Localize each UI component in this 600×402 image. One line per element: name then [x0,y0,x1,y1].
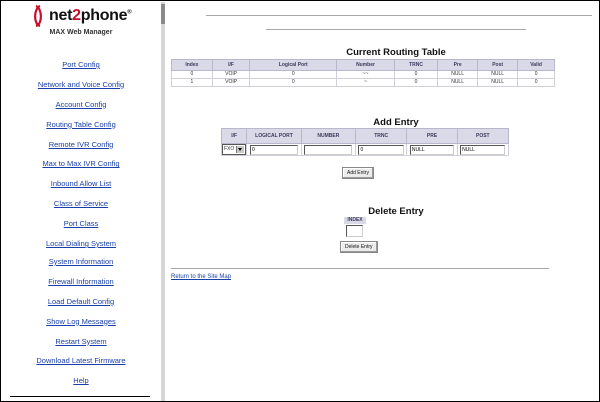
scrollbar-thumb[interactable] [161,4,165,24]
table-cell: 0 [393,70,439,79]
chevron-down-icon[interactable] [236,146,245,153]
table-cell: 0 [517,78,555,87]
sidebar-item-remote-ivr-config[interactable]: Remote IVR Config [2,135,160,155]
table-cell: 0 [171,70,213,79]
routing-table: Index I/F Logical Port Number TRNC Pre Post Val… [171,59,555,87]
sidebar-item-show-log-messages[interactable]: Show Log Messages [2,312,160,332]
sidebar-item-account-config[interactable]: Account Config [2,95,160,115]
add-header-pre: PRE [406,128,458,144]
sidebar-item-port-class[interactable]: Port Class [2,214,160,234]
sidebar: net2phone® MAX Web Manager Port Config Ne… [2,2,160,401]
top-rule-2 [266,29,526,30]
table-cell: 0 [249,70,338,79]
nav-primary: Port Config Network and Voice Config Accou… [2,55,160,254]
table-cell: NULL [477,70,519,79]
column-header-pre: Pre [437,59,479,71]
add-header-i-f: I/F [220,128,248,144]
table-cell: NULL [477,78,519,87]
add-entry-title: Add Entry [373,117,419,128]
table-cell: VOIP [211,78,251,87]
sidebar-item-local-dialing-system[interactable]: Local Dialing System [2,234,160,254]
table-cell: 0 [393,78,439,87]
pre-input[interactable] [409,144,455,155]
add-header-post: POST [456,128,510,144]
sidebar-item-firewall-information[interactable]: Firewall Information [2,272,160,292]
top-rule [206,15,592,16]
bottom-rule [171,268,549,269]
sidebar-item-class-of-service[interactable]: Class of Service [2,194,160,214]
table-row: 1 VOIP 0 ~0 NULL NULL 0 [171,78,555,87]
post-input[interactable] [460,144,506,155]
sidebar-item-system-information[interactable]: System Information [2,252,160,272]
routing-table-title: Current Routing Table [346,47,446,58]
table-cell: 0 [249,78,338,87]
browser-frame: net2phone® MAX Web Manager Port Config Ne… [0,0,600,402]
table-cell: 0 [517,70,555,79]
brand-name: net2phone® [49,7,132,24]
sidebar-item-routing-table-config[interactable]: Routing Table Config [2,115,160,135]
add-header-trnc: TRNC [354,128,408,144]
add-header-logical-port: LOGICAL PORT [246,128,302,144]
sidebar-item-max-to-max-ivr-config[interactable]: Max to Max IVR Config [2,154,160,174]
brand-logo: net2phone® [2,5,160,45]
post-cell [456,143,510,156]
column-header-index: Index [171,59,213,71]
logical-port-input[interactable] [249,144,299,155]
table-cell: ~~ [336,70,395,79]
main-content: Current Routing Table Index I/F Logical Po… [166,2,599,401]
sidebar-item-network-and-voice-config[interactable]: Network and Voice Config [2,75,160,95]
add-header-number: NUMBER [300,128,356,144]
add-entry-table: I/F LOGICAL PORT NUMBER TRNC PRE POST FXO [220,128,510,156]
column-header-trnc: TRNC [393,59,439,71]
sidebar-divider [10,396,150,397]
sidebar-item-load-default-config[interactable]: Load Default Config [2,292,160,312]
column-header-logical-port: Logical Port [249,59,338,71]
trnc-cell [354,143,408,156]
column-header-valid: Valid [517,59,555,71]
table-cell: NULL [437,78,479,87]
pre-cell [406,143,458,156]
net2phone-logo-icon [33,5,42,27]
logical-port-cell [246,143,302,156]
sidebar-item-port-config[interactable]: Port Config [2,55,160,75]
delete-entry-button[interactable]: Delete Entry [340,241,378,253]
if-cell: FXO [220,143,248,156]
column-header-number: Number [336,59,395,71]
delete-index-label: INDEX [344,217,366,224]
delete-index-input[interactable] [346,225,363,237]
trnc-input[interactable] [358,144,404,155]
table-cell: NULL [437,70,479,79]
nav-secondary: System Information Firewall Information Lo… [2,252,160,391]
number-input[interactable] [304,144,353,155]
table-cell: VOIP [211,70,251,79]
table-cell: 1 [171,78,213,87]
if-select[interactable]: FXO [222,144,247,155]
table-row: 0 VOIP 0 ~~ 0 NULL NULL 0 [171,70,555,79]
sidebar-scrollbar[interactable] [161,2,165,401]
number-cell [300,143,356,156]
brand-subtitle: MAX Web Manager [49,29,113,36]
add-entry-button[interactable]: Add Entry [342,167,374,179]
delete-entry-title: Delete Entry [368,206,424,217]
sidebar-item-restart-system[interactable]: Restart System [2,332,160,352]
sidebar-item-inbound-allow-list[interactable]: Inbound Allow List [2,174,160,194]
column-header-i-f: I/F [211,59,251,71]
column-header-post: Post [477,59,519,71]
sidebar-item-download-latest-firmware[interactable]: Download Latest Firmware [2,351,160,371]
return-to-site-map-link[interactable]: Return to the Site Map [171,274,231,280]
table-cell: ~ [336,78,395,87]
sidebar-item-help[interactable]: Help [2,371,160,391]
